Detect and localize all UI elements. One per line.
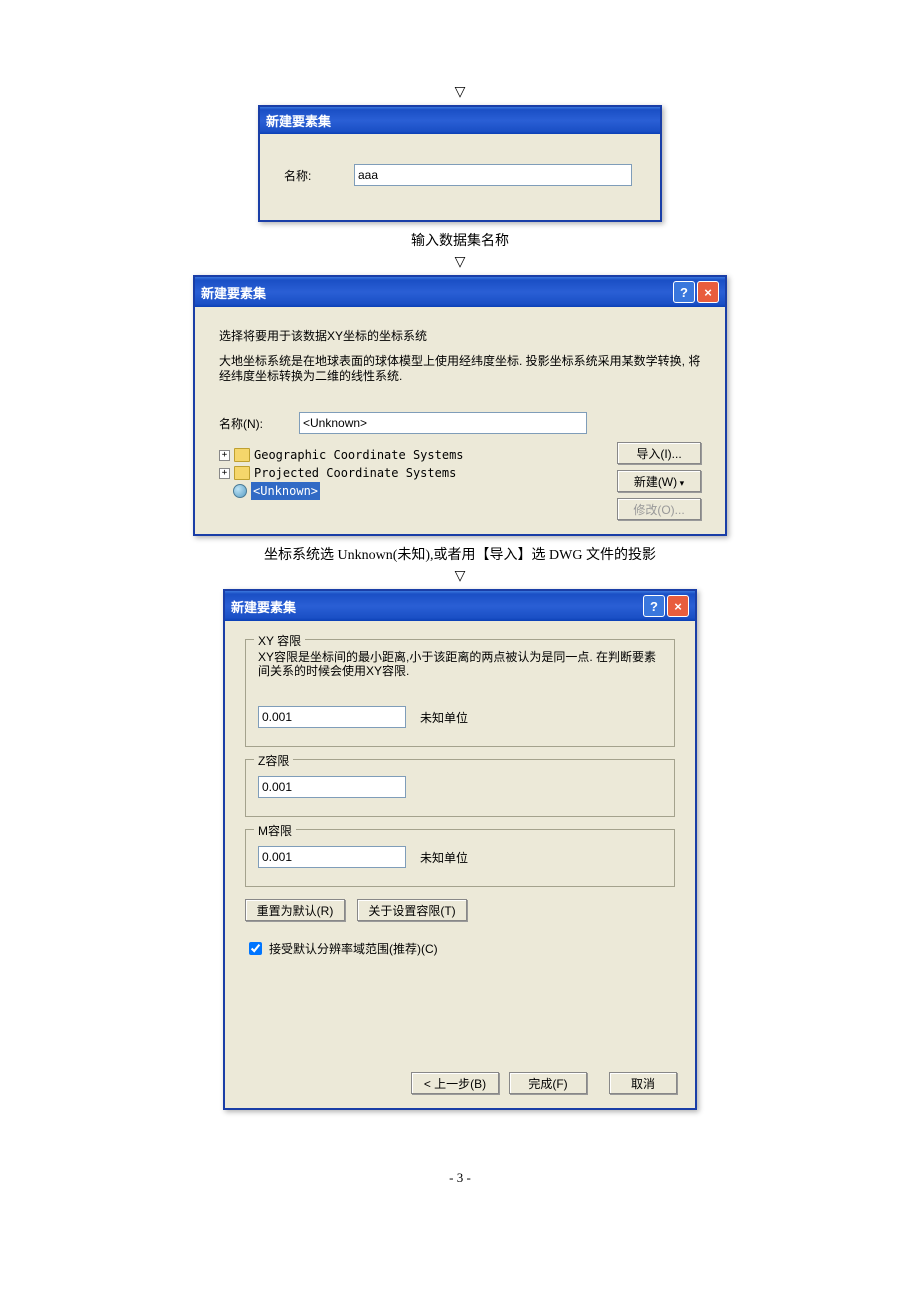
name-input[interactable] (354, 164, 632, 186)
arrow-down-1: ▽ (0, 84, 920, 101)
dialog-title: 新建要素集 (201, 283, 266, 302)
z-tolerance-group: Z容限 (245, 759, 675, 817)
tree-item-geographic[interactable]: + Geographic Coordinate Systems (219, 446, 597, 464)
name-label: 名称(N): (219, 415, 299, 432)
back-button[interactable]: < 上一步(B) (411, 1072, 499, 1094)
close-icon[interactable]: × (667, 595, 689, 617)
dialog-title: 新建要素集 (266, 111, 331, 130)
intro-text-2: 大地坐标系统是在地球表面的球体模型上使用经纬度坐标. 投影坐标系统采用某数学转换… (219, 354, 701, 384)
m-tolerance-group: M容限 未知单位 (245, 829, 675, 887)
about-tolerance-button[interactable]: 关于设置容限(T) (357, 899, 467, 921)
checkbox-label: 接受默认分辨率域范围(推荐)(C) (269, 940, 438, 957)
xy-legend: XY 容限 (254, 632, 305, 649)
close-icon[interactable]: × (697, 281, 719, 303)
name-label: 名称: (284, 167, 354, 184)
titlebar: 新建要素集 ? × (225, 591, 695, 621)
tree-label-selected: <Unknown> (251, 482, 320, 500)
caption-enter-name: 输入数据集名称 (0, 230, 920, 250)
coord-tree[interactable]: + Geographic Coordinate Systems + Projec… (219, 446, 597, 520)
titlebar: 新建要素集 ? × (195, 277, 725, 307)
folder-icon (234, 466, 250, 480)
xy-tolerance-input[interactable] (258, 706, 406, 728)
m-legend: M容限 (254, 822, 296, 839)
tree-label: Geographic Coordinate Systems (254, 446, 464, 464)
xy-desc: XY容限是坐标间的最小距离,小于该距离的两点被认为是同一点. 在判断要素间关系的… (258, 650, 662, 678)
accept-default-resolution-checkbox[interactable] (249, 942, 262, 955)
page-number: - 3 - (0, 1170, 920, 1186)
xy-tolerance-group: XY 容限 XY容限是坐标间的最小距离,小于该距离的两点被认为是同一点. 在判断… (245, 639, 675, 747)
dialog-new-featureset-name: 新建要素集 名称: (258, 105, 662, 222)
tree-item-projected[interactable]: + Projected Coordinate Systems (219, 464, 597, 482)
m-tolerance-input[interactable] (258, 846, 406, 868)
new-button[interactable]: 新建(W) (617, 470, 701, 492)
cancel-button[interactable]: 取消 (609, 1072, 677, 1094)
z-legend: Z容限 (254, 752, 293, 769)
caption-coord-system: 坐标系统选 Unknown(未知),或者用【导入】选 DWG 文件的投影 (0, 544, 920, 564)
folder-icon (234, 448, 250, 462)
z-tolerance-input[interactable] (258, 776, 406, 798)
help-icon[interactable]: ? (643, 595, 665, 617)
intro-text-1: 选择将要用于该数据XY坐标的坐标系统 (219, 327, 701, 344)
m-unit-label: 未知单位 (420, 849, 468, 866)
xy-unit-label: 未知单位 (420, 709, 468, 726)
import-button[interactable]: 导入(I)... (617, 442, 701, 464)
dialog-title: 新建要素集 (231, 597, 296, 616)
dialog-tolerance: 新建要素集 ? × XY 容限 XY容限是坐标间的最小距离,小于该距离的两点被认… (223, 589, 697, 1110)
expand-icon[interactable]: + (219, 450, 230, 461)
modify-button: 修改(O)... (617, 498, 701, 520)
dialog-coord-system: 新建要素集 ? × 选择将要用于该数据XY坐标的坐标系统 大地坐标系统是在地球表… (193, 275, 727, 536)
coord-name-input[interactable] (299, 412, 587, 434)
arrow-down-3: ▽ (0, 568, 920, 585)
titlebar: 新建要素集 (260, 107, 660, 134)
help-icon[interactable]: ? (673, 281, 695, 303)
globe-icon (233, 484, 247, 498)
finish-button[interactable]: 完成(F) (509, 1072, 587, 1094)
expand-icon[interactable]: + (219, 468, 230, 479)
tree-item-unknown[interactable]: <Unknown> (219, 482, 597, 500)
reset-default-button[interactable]: 重置为默认(R) (245, 899, 345, 921)
arrow-down-2: ▽ (0, 254, 920, 271)
tree-label: Projected Coordinate Systems (254, 464, 456, 482)
